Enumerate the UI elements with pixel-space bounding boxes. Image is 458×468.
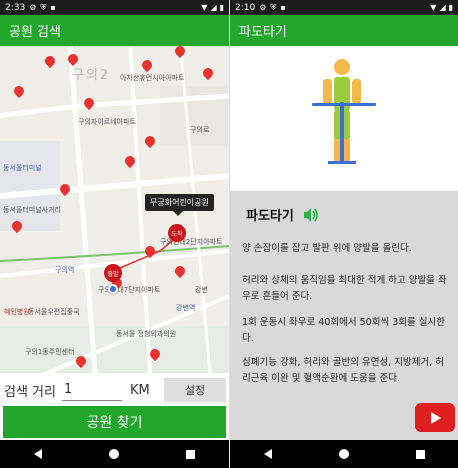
status-bar: 2:33 ⚙ ⛨ ▪ ▼ ◢ ▮	[0, 0, 229, 15]
signal-icon: ◢	[210, 2, 217, 12]
app-bar: 파도타기	[230, 15, 458, 46]
wifi-icon: ▼	[430, 2, 437, 12]
find-park-button[interactable]: 공원 찾기	[3, 406, 226, 438]
map-label: 구의현대2단지아파트	[160, 238, 223, 246]
map-label: 구의자이르네아파트	[78, 118, 136, 126]
park-pin[interactable]	[12, 221, 22, 235]
signal-icon: ◢	[439, 2, 446, 12]
settings-button[interactable]: 설정	[164, 378, 226, 402]
sd-card-icon: ▪	[280, 2, 286, 12]
map-label: 혜민병원	[4, 308, 30, 316]
map-label: 동서울터미널	[3, 164, 42, 172]
wifi-icon: ▼	[201, 2, 208, 12]
map-label: 아차산휴먼시아아파트	[120, 74, 185, 82]
shield-status-icon: ⛨	[270, 2, 277, 12]
park-pin[interactable]	[68, 54, 78, 68]
settings-status-icon: ⚙	[29, 2, 37, 12]
map-label: 강변	[195, 286, 208, 294]
park-pin[interactable]	[150, 349, 160, 363]
park-pin[interactable]	[203, 68, 213, 82]
youtube-play-button[interactable]	[415, 403, 455, 432]
map-label: 동서울터미널사거리	[3, 206, 61, 214]
back-icon[interactable]	[263, 449, 272, 459]
search-distance-label: 검색 거리	[4, 384, 56, 400]
back-icon[interactable]	[33, 449, 42, 459]
map-label: 강변역	[176, 304, 196, 312]
status-time: 2:33	[5, 2, 26, 13]
page-title: 공원 검색	[9, 25, 61, 40]
description-paragraph: 양 손잡이를 잡고 발판 위에 양발을 올린다.	[242, 243, 412, 254]
map-label: 동서울우편집중국	[28, 308, 80, 316]
search-distance-row: 검색 거리 KM 설정	[0, 375, 229, 405]
exercise-illustration	[230, 46, 458, 191]
home-icon[interactable]	[108, 449, 119, 459]
park-pin[interactable]	[60, 184, 70, 198]
nav-bar	[0, 440, 229, 468]
battery-icon: ▮	[219, 2, 224, 12]
park-pin[interactable]	[175, 46, 185, 60]
park-search-screen: 2:33 ⚙ ⛨ ▪ ▼ ◢ ▮ 공원 검색 구의2 아차산휴먼시아아파트 구의…	[0, 0, 229, 468]
park-pin[interactable]	[76, 356, 86, 370]
park-pin[interactable]	[14, 86, 24, 100]
description-paragraph: 1회 운동시 좌우로 40회에서 50회씩 3회를 실시한다.	[242, 317, 445, 344]
map-label: 구의로	[190, 126, 210, 134]
district-label: 구의2	[72, 68, 111, 83]
park-pin[interactable]	[45, 56, 55, 70]
park-pin[interactable]	[142, 60, 152, 74]
my-location-dot	[108, 284, 118, 294]
exercise-detail-screen: 2:10 ⚙ ⛨ ▪ ▼ ◢ ▮ 파도타기 파도타기 양 손잡이를 잡고 발판 …	[229, 0, 458, 468]
description-paragraph: 허리와 상체의 움직임을 최대한 적게 하고 양발을 좌우로 흔들어 준다.	[242, 275, 447, 302]
exercise-title: 파도타기	[246, 209, 294, 224]
page-title: 파도타기	[239, 25, 287, 40]
start-marker[interactable]: 출발	[104, 264, 122, 282]
park-callout[interactable]: 무궁화어린이공원	[145, 194, 214, 216]
exercise-description: 파도타기 양 손잡이를 잡고 발판 위에 양발을 올린다. 허리와 상체의 움직…	[230, 191, 458, 440]
status-time: 2:10	[235, 2, 256, 13]
distance-unit: KM	[129, 382, 150, 398]
description-paragraph: 심폐기능 강화, 허리와 골반의 유연성, 지방제거, 허리근육 이완 및 혈액…	[242, 357, 444, 384]
speaker-icon[interactable]	[302, 206, 320, 224]
map-label: 구의1동주민센터	[25, 348, 75, 356]
recents-icon[interactable]	[186, 449, 196, 459]
app-bar: 공원 검색	[0, 15, 229, 46]
exercise-figure-icon	[312, 59, 376, 164]
sd-card-icon: ▪	[50, 2, 56, 12]
settings-status-icon: ⚙	[259, 2, 267, 12]
map-view[interactable]: 구의2 아차산휴먼시아아파트 구의자이르네아파트 동서울터미널 동서울터미널사거…	[0, 46, 229, 373]
exercise-title-row: 파도타기	[246, 205, 320, 224]
distance-input[interactable]	[61, 379, 122, 401]
home-icon[interactable]	[338, 449, 349, 459]
park-pin[interactable]	[84, 98, 94, 112]
nav-bar	[230, 440, 458, 468]
map-label: 구의역	[55, 266, 75, 274]
shield-status-icon: ⛨	[40, 2, 47, 12]
destination-marker[interactable]: 도착	[168, 224, 186, 242]
park-pin[interactable]	[145, 246, 155, 260]
status-bar: 2:10 ⚙ ⛨ ▪ ▼ ◢ ▮	[230, 0, 458, 15]
park-pin[interactable]	[145, 136, 155, 150]
battery-icon: ▮	[448, 2, 453, 12]
map-label: 동서울 정형외과의원	[116, 330, 177, 338]
park-pin[interactable]	[125, 156, 135, 170]
park-pin[interactable]	[175, 266, 185, 280]
recents-icon[interactable]	[416, 449, 426, 459]
